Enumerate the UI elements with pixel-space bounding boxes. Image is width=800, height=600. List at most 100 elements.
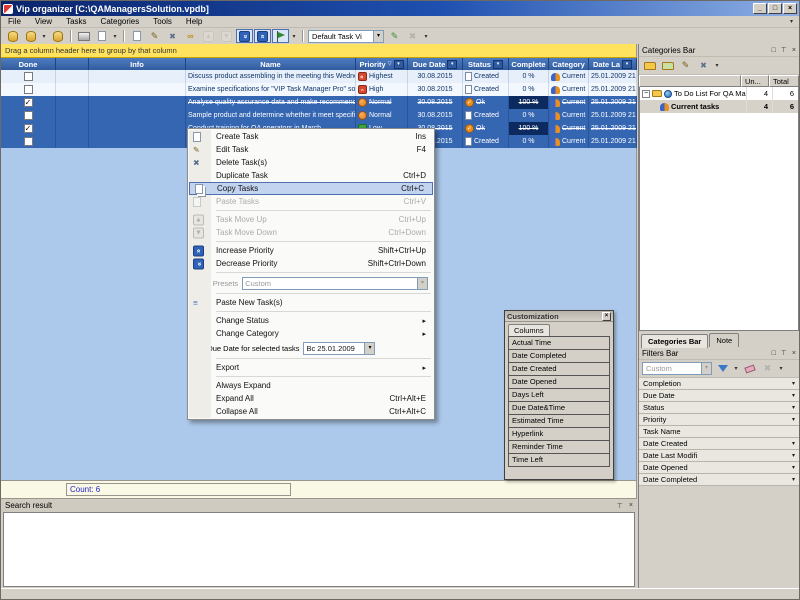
restore-panel-icon[interactable]: □ (772, 350, 776, 357)
draggable-column[interactable]: Due Date&Time (508, 402, 610, 415)
column-complete[interactable]: Complete (509, 58, 549, 70)
close-panel-icon[interactable]: × (792, 350, 796, 357)
print-preview-button[interactable] (93, 29, 110, 43)
column-due-date[interactable]: Due Date▾ (408, 58, 463, 70)
restore-panel-icon[interactable]: □ (772, 47, 776, 54)
filter-row-status[interactable]: Status▾ (639, 402, 799, 414)
close-panel-icon[interactable]: × (629, 502, 633, 509)
edit-category-button[interactable]: ✎ (677, 59, 694, 73)
draggable-column[interactable]: Reminder Time (508, 441, 610, 454)
chevron-down-icon[interactable]: ▾ (792, 476, 795, 483)
table-row[interactable]: ✓ Analyse quality assurance data and mak… (1, 96, 637, 109)
filter-row-date-created[interactable]: Date Created▾ (639, 438, 799, 450)
pin-icon[interactable]: ⊤ (781, 349, 787, 357)
draggable-column[interactable]: Date Completed (508, 350, 610, 363)
save-database-button[interactable] (49, 29, 66, 43)
task-move-up-button[interactable]: ▲ (200, 29, 217, 43)
filter-presets-combo[interactable]: Custom▾ (242, 277, 428, 290)
close-panel-icon[interactable]: × (792, 47, 796, 54)
menu-item-task-move-up[interactable]: ▲Task Move UpCtrl+Up (188, 213, 434, 226)
clear-filter-button[interactable] (741, 362, 758, 376)
menu-file[interactable]: File (1, 16, 28, 28)
filter-row-completion[interactable]: Completion▾ (639, 378, 799, 390)
categories-toolbar-overflow-icon[interactable]: ▾ (713, 62, 721, 69)
column-status[interactable]: Status▾ (463, 58, 509, 70)
menu-item-export[interactable]: Export▸ (188, 361, 434, 374)
group-by-bar[interactable]: Drag a column header here to group by th… (1, 44, 637, 58)
combo-caret-icon[interactable]: ▾ (364, 343, 374, 354)
menu-item-paste-tasks[interactable]: Paste TasksCtrl+V (188, 195, 434, 208)
tree-item-task-list[interactable]: − To Do List For QA Manage 4 6 (640, 87, 798, 100)
menu-item-delete-task[interactable]: ✖Delete Task(s) (188, 156, 434, 169)
filter-caret-icon[interactable]: ▾ (732, 365, 740, 372)
menu-item-paste-new-tasks[interactable]: ≡Paste New Task(s) (188, 296, 434, 309)
column-name[interactable]: Name (186, 58, 356, 70)
delete-task-button[interactable]: ✖ (164, 29, 181, 43)
draggable-column[interactable]: Time Left (508, 454, 610, 467)
tree-item-current-tasks[interactable]: Current tasks 4 6 (640, 100, 798, 113)
flag-view-button[interactable] (272, 29, 289, 43)
view-overflow-icon[interactable]: ▾ (422, 33, 430, 40)
menu-tasks[interactable]: Tasks (59, 16, 93, 28)
menu-item-copy-tasks[interactable]: Copy TasksCtrl+C (189, 182, 433, 195)
menu-item-collapse-all[interactable]: Collapse AllCtrl+Alt+C (188, 405, 434, 418)
task-move-down-button[interactable]: ▼ (218, 29, 235, 43)
menu-item-change-status[interactable]: Change Status▸ (188, 314, 434, 327)
new-task-list-button[interactable] (641, 59, 658, 73)
filter-row-date-completed[interactable]: Date Completed▾ (639, 474, 799, 486)
pin-icon[interactable]: ⊤ (781, 46, 787, 54)
done-checkbox[interactable] (24, 137, 33, 146)
status-filter-icon[interactable]: ▾ (493, 60, 503, 69)
new-database-button[interactable] (4, 29, 21, 43)
done-checkbox[interactable] (24, 111, 33, 120)
done-checkbox[interactable] (24, 85, 33, 94)
done-checkbox[interactable]: ✓ (24, 98, 33, 107)
column-done[interactable]: Done (1, 58, 56, 70)
menu-help[interactable]: Help (179, 16, 209, 28)
menu-item-always-expand[interactable]: Always Expand (188, 379, 434, 392)
filter-row-task-name[interactable]: Task Name (639, 426, 799, 438)
chevron-down-icon[interactable]: ▾ (792, 380, 795, 387)
chevron-down-icon[interactable]: ▾ (792, 392, 795, 399)
close-button[interactable]: × (783, 3, 797, 14)
delete-category-button[interactable]: ✖ (695, 59, 712, 73)
minimize-button[interactable]: _ (753, 3, 767, 14)
filter-row-date-opened[interactable]: Date Opened▾ (639, 462, 799, 474)
tab-columns[interactable]: Columns (508, 324, 550, 336)
table-row[interactable]: Examine specifications for "VIP Task Man… (1, 83, 637, 96)
chevron-down-icon[interactable]: ▾ (792, 404, 795, 411)
menu-tools[interactable]: Tools (146, 16, 179, 28)
flag-overflow-icon[interactable]: ▾ (290, 33, 298, 40)
draggable-column[interactable]: Date Created (508, 363, 610, 376)
done-checkbox[interactable] (24, 72, 33, 81)
menu-item-create-task[interactable]: Create TaskIns (188, 130, 434, 143)
delete-filter-button[interactable]: ✖ (759, 362, 776, 376)
edit-task-button[interactable]: ✎ (146, 29, 163, 43)
combo-caret-icon[interactable]: ▾ (373, 31, 383, 42)
menu-item-expand-all[interactable]: Expand AllCtrl+Alt+E (188, 392, 434, 405)
date-last-filter-icon[interactable]: ▾ (622, 60, 632, 69)
column-category-name[interactable] (639, 75, 741, 87)
decrease-priority-button[interactable]: » (236, 29, 253, 43)
menu-item-task-move-down[interactable]: ▼Task Move DownCtrl+Down (188, 226, 434, 239)
new-category-button[interactable] (659, 59, 676, 73)
column-category[interactable]: Category (549, 58, 589, 70)
filter-row-priority[interactable]: Priority▾ (639, 414, 799, 426)
filter-row-due-date[interactable]: Due Date▾ (639, 390, 799, 402)
tab-note[interactable]: Note (709, 333, 739, 347)
find-task-button[interactable]: ∞ (182, 29, 199, 43)
column-info[interactable]: Info (89, 58, 186, 70)
combo-caret-icon[interactable]: ▾ (417, 278, 427, 289)
draggable-column[interactable]: Date Opened (508, 376, 610, 389)
task-view-combo[interactable]: Default Task Vi▾ (308, 30, 384, 43)
chevron-down-icon[interactable]: ▾ (792, 464, 795, 471)
column-reminder[interactable] (56, 58, 89, 70)
print-overflow-icon[interactable]: ▾ (111, 33, 119, 40)
close-panel-icon[interactable]: × (602, 312, 611, 321)
menu-item-decrease-priority[interactable]: »Decrease PriorityShift+Ctrl+Down (188, 257, 434, 270)
menu-item-increase-priority[interactable]: »Increase PriorityShift+Ctrl+Up (188, 244, 434, 257)
open-database-caret-icon[interactable]: ▾ (40, 33, 48, 40)
menu-view[interactable]: View (28, 16, 59, 28)
collapse-icon[interactable]: − (642, 90, 650, 98)
tab-categories-bar[interactable]: Categories Bar (641, 334, 708, 348)
